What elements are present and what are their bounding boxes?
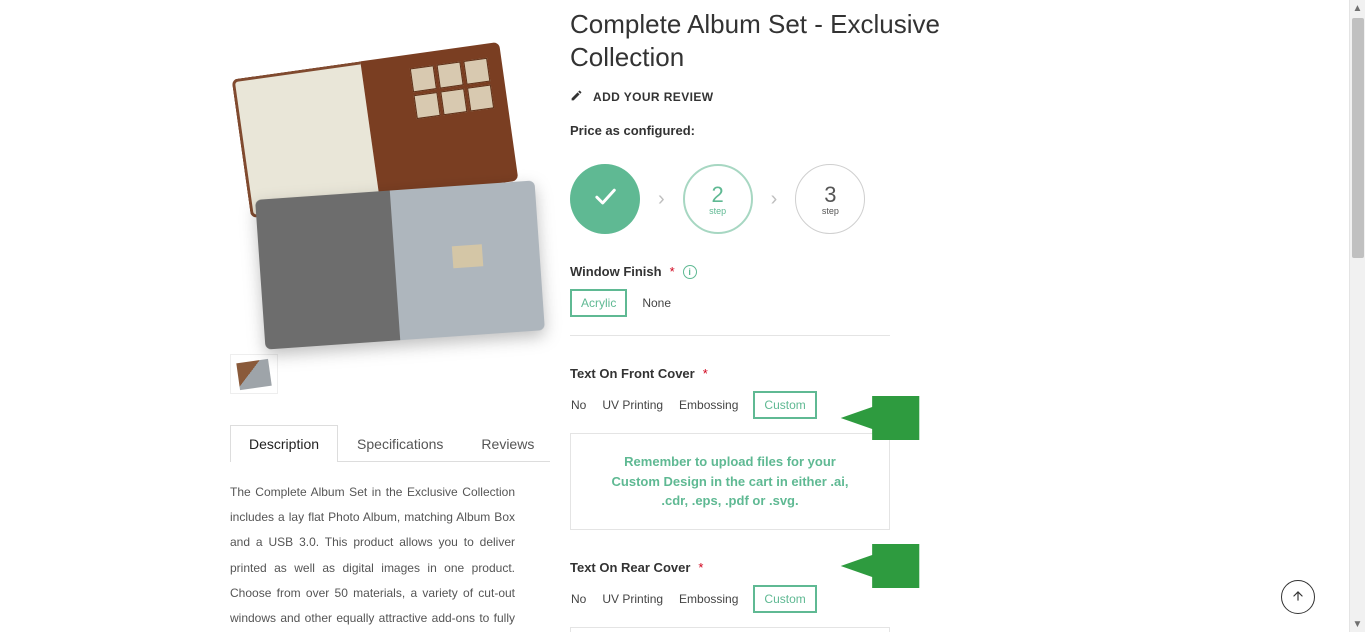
rear-cover-custom[interactable]: Custom — [753, 585, 816, 613]
info-icon[interactable]: i — [683, 265, 697, 279]
product-tabs: Description Specifications Reviews — [230, 424, 550, 462]
window-finish-acrylic[interactable]: Acrylic — [570, 289, 627, 317]
required-star: * — [670, 264, 675, 279]
thumbnail-1[interactable] — [230, 354, 278, 394]
tab-reviews[interactable]: Reviews — [462, 425, 553, 462]
add-review-link[interactable]: ADD YOUR REVIEW — [570, 89, 713, 105]
chevron-right-icon: › — [771, 188, 778, 211]
thumbnail-strip — [230, 354, 550, 394]
option-rear-cover: Text On Rear Cover * No UV Printing Embo… — [570, 560, 990, 632]
pencil-icon — [570, 89, 583, 105]
required-star: * — [698, 560, 703, 575]
divider — [570, 335, 890, 336]
step-1-done[interactable] — [570, 164, 640, 234]
front-cover-uv[interactable]: UV Printing — [601, 391, 664, 419]
window-finish-none[interactable]: None — [641, 289, 672, 317]
front-cover-note: Remember to upload files for your Custom… — [570, 433, 890, 530]
add-review-label: ADD YOUR REVIEW — [593, 90, 713, 104]
tab-specifications[interactable]: Specifications — [338, 425, 462, 462]
product-main-image[interactable] — [230, 40, 550, 330]
vertical-scrollbar[interactable]: ▲ ▼ — [1349, 0, 1365, 632]
rear-cover-no[interactable]: No — [570, 585, 587, 613]
chevron-right-icon: › — [658, 188, 665, 211]
front-cover-custom[interactable]: Custom — [753, 391, 816, 419]
rear-cover-uv[interactable]: UV Printing — [601, 585, 664, 613]
back-to-top-button[interactable] — [1281, 580, 1315, 614]
option-window-finish: Window Finish * i Acrylic None — [570, 264, 990, 336]
required-star: * — [703, 366, 708, 381]
step-3-caption: step — [822, 206, 839, 216]
option-front-cover: Text On Front Cover * No UV Printing Emb… — [570, 366, 990, 530]
step-2-caption: step — [709, 206, 726, 216]
product-title: Complete Album Set - Exclusive Collectio… — [570, 8, 990, 73]
check-icon — [591, 182, 619, 216]
step-2-number: 2 — [712, 182, 724, 208]
description-text: The Complete Album Set in the Exclusive … — [230, 480, 515, 632]
step-2[interactable]: 2 step — [683, 164, 753, 234]
step-3[interactable]: 3 step — [795, 164, 865, 234]
scroll-down-button[interactable]: ▼ — [1350, 616, 1365, 632]
config-steps: › 2 step › 3 step — [570, 164, 990, 234]
album-grey-illustration — [255, 180, 545, 349]
front-cover-no[interactable]: No — [570, 391, 587, 419]
scroll-up-button[interactable]: ▲ — [1350, 0, 1365, 16]
step-3-number: 3 — [824, 182, 836, 208]
front-cover-embossing[interactable]: Embossing — [678, 391, 739, 419]
front-cover-label: Text On Front Cover — [570, 366, 695, 381]
tab-description[interactable]: Description — [230, 425, 338, 462]
rear-cover-label: Text On Rear Cover — [570, 560, 690, 575]
rear-cover-embossing[interactable]: Embossing — [678, 585, 739, 613]
window-finish-label: Window Finish — [570, 264, 662, 279]
price-as-configured-label: Price as configured: — [570, 123, 990, 138]
scroll-thumb[interactable] — [1352, 18, 1364, 258]
rear-cover-note: Remember to upload files for your Custom… — [570, 627, 890, 632]
arrow-up-icon — [1291, 589, 1305, 606]
